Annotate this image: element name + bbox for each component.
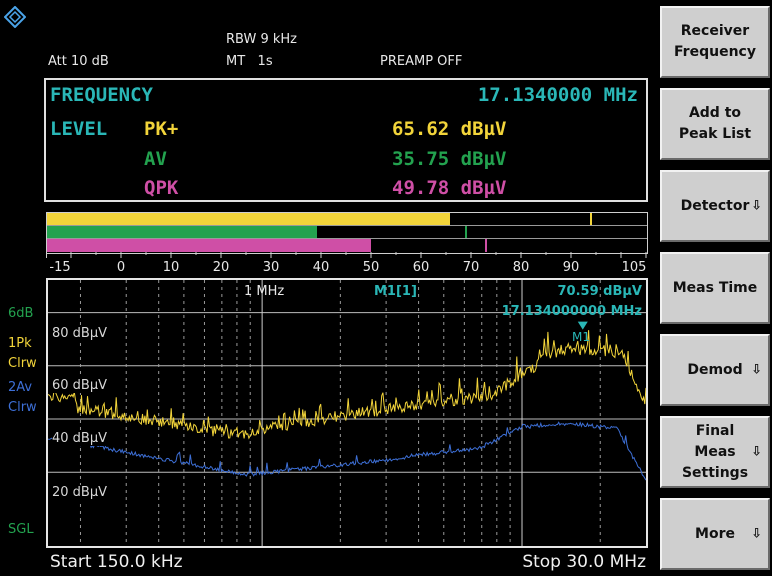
softkey-more[interactable]: More ⇩ [660,498,770,570]
detector-av-label: AV [144,148,167,170]
qpk-level-bar [47,239,371,252]
frequency-value: 17.1340000 MHz [477,84,638,106]
av-level-bar [47,226,317,238]
qpk-bar-row [47,239,647,252]
softkey-label: More [695,525,735,542]
attenuation-label: Att 10 dB [48,54,109,69]
submenu-arrow-icon: ⇩ [751,362,762,378]
rbw-label: RBW 9 kHz [226,32,298,47]
rohde-logo-icon [4,6,26,28]
measurement-readout: FREQUENCY 17.1340000 MHz LEVEL PK+ 65.62… [44,78,648,202]
bargraph-scale-label: 90 [562,260,580,275]
trace1-detector-label: 1Pk [8,336,32,351]
marker-m1-tag: M1 [572,330,590,344]
average-trace [48,421,646,481]
softkey-label: Demod [687,361,743,378]
softkey-meas-time[interactable]: Meas Time [660,252,770,324]
marker-frequency-value: 17.134000000 MHz [501,304,642,319]
spectrum-plot[interactable]: 1 MHz M1[1] 70.59 dBµV 17.134000000 MHz … [46,278,648,548]
marker-m1-triangle[interactable] [577,321,588,330]
db-per-div-label: 6dB [8,306,34,321]
level-bargraph [46,212,648,254]
bargraph-ticks [46,252,647,258]
frequency-label: FREQUENCY [50,84,153,106]
qpk-peak-hold [484,239,487,252]
submenu-arrow-icon: ⇩ [751,198,762,214]
pk-peak-hold [589,213,592,225]
y-label-60: 60 dBµV [52,378,108,393]
submenu-arrow-icon: ⇩ [751,526,762,542]
trace2-mode-label: Clrw [8,400,37,415]
bargraph-scale-label: -15 [49,260,71,275]
freq-1mhz-label: 1 MHz [244,284,285,299]
softkey-label: Add to Peak List [678,105,752,142]
bargraph-scale-label: 20 [212,260,230,275]
spectrum-graph [48,280,646,546]
trace1-mode-label: Clrw [8,356,37,371]
softkey-label: Receiver Frequency [674,23,756,60]
pk-bar-row [47,213,647,226]
peak-trace [48,330,646,440]
stop-frequency-label: Stop 30.0 MHz [522,552,646,572]
detector-qpk-value: 49.78 dBµV [392,177,507,199]
y-label-80: 80 dBµV [52,326,108,341]
bargraph-scale-label: 0 [116,260,126,275]
bargraph-scale-label: 30 [262,260,280,275]
bargraph-scale-label: 70 [462,260,480,275]
marker-name-label: M1[1] [374,284,417,299]
softkey-receiver-frequency[interactable]: Receiver Frequency [660,6,770,78]
detector-pk-value: 65.62 dBµV [392,118,507,140]
softkey-add-to-peak-list[interactable]: Add to Peak List [660,88,770,160]
trace2-detector-label: 2Av [8,380,33,395]
detector-pk-label: PK+ [144,118,179,140]
marker-level-value: 70.59 dBµV [557,284,643,299]
y-label-20: 20 dBµV [52,485,108,500]
single-sweep-label: SGL [8,522,34,537]
level-label: LEVEL [50,118,108,140]
bargraph-scale-label: 50 [362,260,380,275]
bargraph-scale-label: 60 [412,260,430,275]
av-peak-hold [464,226,467,238]
softkey-final-meas-settings[interactable]: Final Meas Settings ⇩ [660,416,770,488]
softkey-demod[interactable]: Demod ⇩ [660,334,770,406]
detector-qpk-label: QPK [144,177,179,199]
softkey-label: Meas Time [672,279,758,296]
bargraph-scale-label: 80 [512,260,530,275]
preamp-label: PREAMP OFF [380,54,463,69]
softkey-detector[interactable]: Detector ⇩ [660,170,770,242]
bargraph-scale-label: 40 [312,260,330,275]
measurement-time-label: MT 1s [226,54,273,69]
softkey-label: Detector [680,197,750,214]
submenu-arrow-icon: ⇩ [751,444,762,460]
bargraph-scale-label: 10 [162,260,180,275]
softkey-label: Final Meas Settings [681,422,749,481]
pk-level-bar [47,213,451,225]
start-frequency-label: Start 150.0 kHz [50,552,183,572]
bargraph-scale-label: 105 [621,260,647,275]
y-label-40: 40 dBµV [52,431,108,446]
av-bar-row [47,226,647,239]
detector-av-value: 35.75 dBµV [392,148,507,170]
